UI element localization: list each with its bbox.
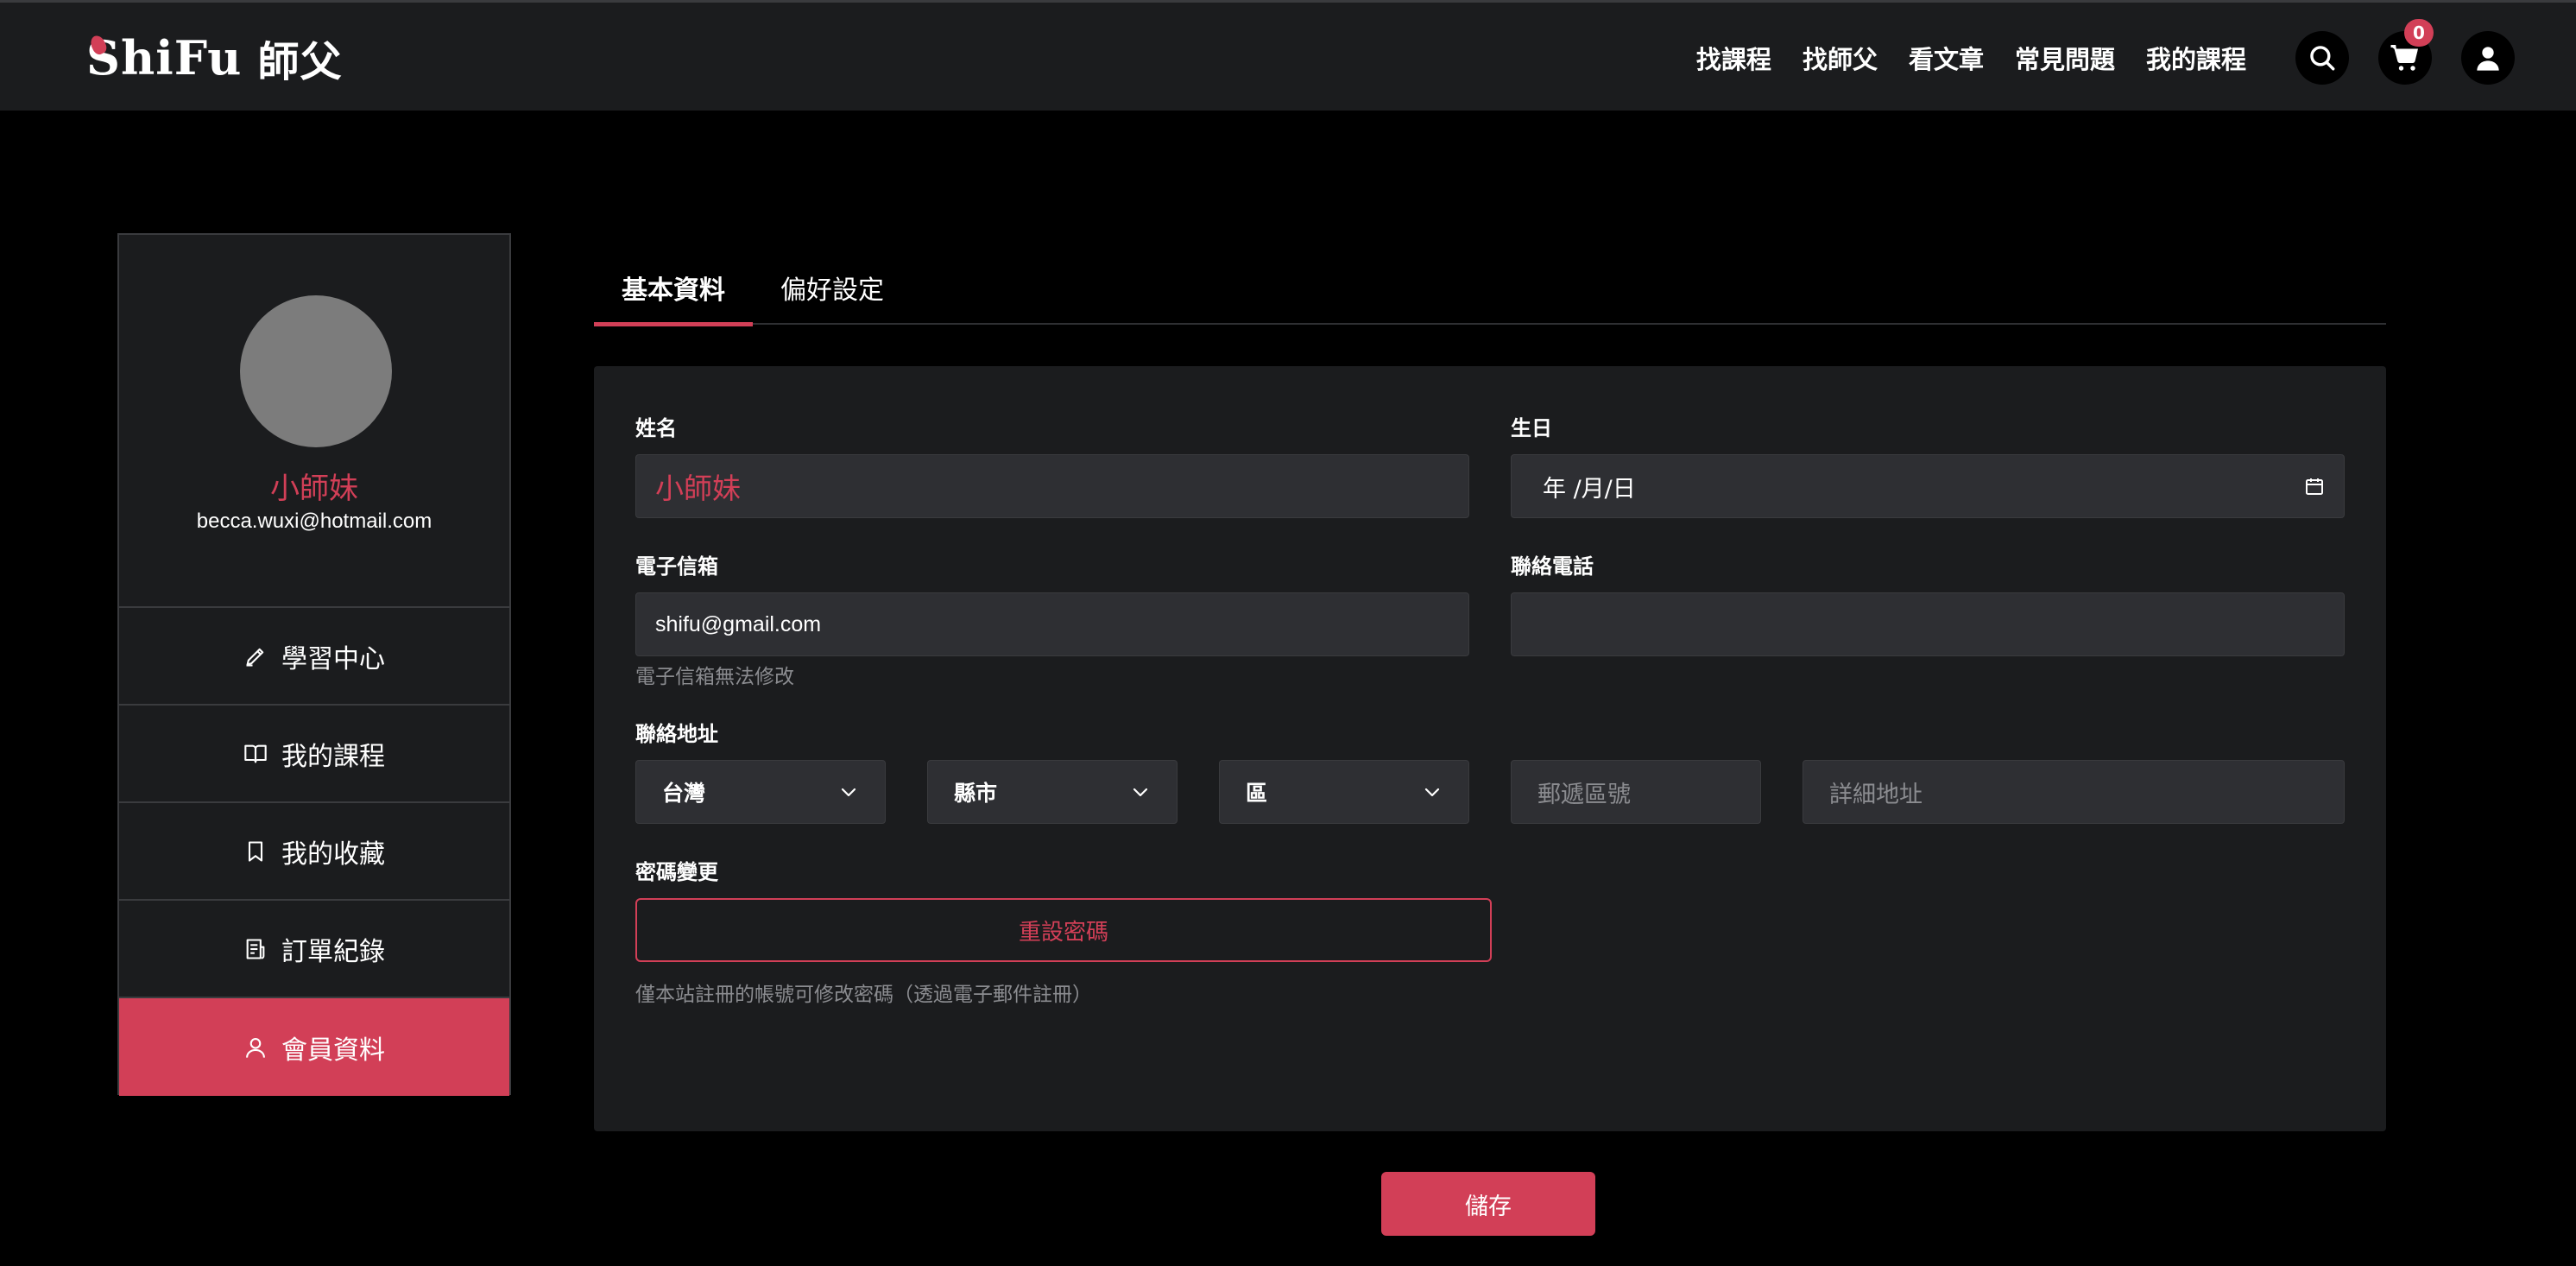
chevron-down-icon bbox=[1133, 788, 1148, 797]
sidebar-item-member-profile[interactable]: 會員資料 bbox=[119, 998, 509, 1096]
reset-password-button[interactable]: 重設密碼 bbox=[635, 898, 1492, 962]
chevron-down-icon bbox=[841, 788, 856, 797]
address-detail-input[interactable]: 詳細地址 bbox=[1803, 760, 2345, 824]
sidebar-item-label: 學習中心 bbox=[281, 643, 385, 674]
sidebar-item-label: 我的收藏 bbox=[281, 839, 385, 870]
sidebar-item-favorites[interactable]: 我的收藏 bbox=[119, 803, 509, 901]
cart-icon bbox=[2390, 45, 2418, 71]
sidebar-item-orders[interactable]: 訂單紀錄 bbox=[119, 901, 509, 998]
country-value: 台灣 bbox=[662, 781, 706, 806]
email-label: 電子信箱 bbox=[635, 554, 718, 579]
logo-s: S bbox=[86, 30, 121, 85]
user-icon bbox=[246, 1037, 265, 1058]
search-icon bbox=[2310, 46, 2335, 71]
search-button[interactable] bbox=[2295, 31, 2349, 85]
name-input[interactable]: 小師妹 bbox=[635, 454, 1469, 518]
nav-find-courses[interactable]: 找課程 bbox=[1696, 40, 1771, 76]
nav-find-masters[interactable]: 找師父 bbox=[1803, 40, 1878, 76]
chevron-down-icon bbox=[1424, 788, 1440, 797]
city-select[interactable]: 縣市 bbox=[927, 760, 1178, 824]
save-button[interactable]: 儲存 bbox=[1381, 1172, 1595, 1236]
avatar[interactable] bbox=[240, 295, 392, 447]
sidebar-item-label: 會員資料 bbox=[281, 1035, 385, 1066]
address-label: 聯絡地址 bbox=[635, 722, 718, 746]
logo-chinese: 師父 bbox=[257, 38, 343, 86]
password-label: 密碼變更 bbox=[635, 860, 718, 884]
district-value: 區 bbox=[1246, 781, 1268, 806]
phone-input[interactable] bbox=[1511, 592, 2345, 656]
tab-preferences[interactable]: 偏好設定 bbox=[753, 250, 912, 325]
nav-articles[interactable]: 看文章 bbox=[1909, 40, 1984, 76]
zip-input[interactable]: 郵遞區號 bbox=[1511, 760, 1761, 824]
main-nav: 找課程 找師父 看文章 常見問題 我的課程 bbox=[1696, 34, 2246, 82]
cart-count-badge: 0 bbox=[2404, 19, 2434, 47]
tab-basic-info[interactable]: 基本資料 bbox=[594, 250, 753, 326]
top-navbar: ShiFu 師父 找課程 找師父 看文章 常見問題 我的課程 0 bbox=[0, 0, 2576, 111]
sidebar-item-my-courses[interactable]: 我的課程 bbox=[119, 706, 509, 803]
profile-tabs: 基本資料 偏好設定 bbox=[594, 250, 2386, 326]
zip-placeholder: 郵遞區號 bbox=[1537, 781, 1631, 808]
sidebar-item-learning-center[interactable]: 學習中心 bbox=[119, 608, 509, 706]
nav-my-courses[interactable]: 我的課程 bbox=[2146, 40, 2246, 76]
sidebar-item-label: 訂單紀錄 bbox=[281, 936, 385, 967]
bookmark-icon bbox=[248, 840, 263, 862]
nav-faq[interactable]: 常見問題 bbox=[2015, 40, 2115, 76]
profile-form: 姓名 小師妹 生日 年 /月/日 電子信箱 shifu@gmail.com 電子… bbox=[594, 366, 2386, 1131]
password-hint: 僅本站註冊的帳號可修改密碼（透過電子郵件註冊） bbox=[635, 984, 1092, 1006]
calendar-icon[interactable] bbox=[2304, 476, 2325, 497]
email-hint: 電子信箱無法修改 bbox=[635, 666, 794, 688]
profile-name: 小師妹 bbox=[270, 472, 358, 506]
sidebar-item-label: 我的課程 bbox=[281, 741, 385, 772]
cart-button[interactable]: 0 bbox=[2378, 19, 2434, 85]
name-label: 姓名 bbox=[635, 416, 677, 440]
profile-card: 小師妹 becca.wuxi@hotmail.com bbox=[119, 235, 509, 608]
country-select[interactable]: 台灣 bbox=[635, 760, 886, 824]
receipt-icon bbox=[246, 938, 265, 959]
pencil-icon bbox=[246, 648, 264, 667]
district-select[interactable]: 區 bbox=[1219, 760, 1469, 824]
account-button[interactable] bbox=[2461, 31, 2515, 85]
profile-email: becca.wuxi@hotmail.com bbox=[196, 510, 432, 533]
birthday-input[interactable]: 年 /月/日 bbox=[1511, 454, 2345, 518]
email-input: shifu@gmail.com bbox=[635, 592, 1469, 656]
address-placeholder: 詳細地址 bbox=[1829, 781, 1923, 808]
birthday-value: 年 /月/日 bbox=[1543, 475, 1636, 503]
book-icon bbox=[244, 744, 267, 763]
birthday-label: 生日 bbox=[1511, 416, 1552, 440]
member-sidebar: 小師妹 becca.wuxi@hotmail.com 學習中心 我的課程 我的收… bbox=[117, 233, 511, 1096]
city-value: 縣市 bbox=[954, 781, 998, 806]
user-icon bbox=[2477, 47, 2499, 71]
site-logo[interactable]: ShiFu 師父 bbox=[86, 30, 343, 86]
phone-label: 聯絡電話 bbox=[1511, 554, 1594, 579]
logo-text: hiFu bbox=[121, 30, 243, 85]
